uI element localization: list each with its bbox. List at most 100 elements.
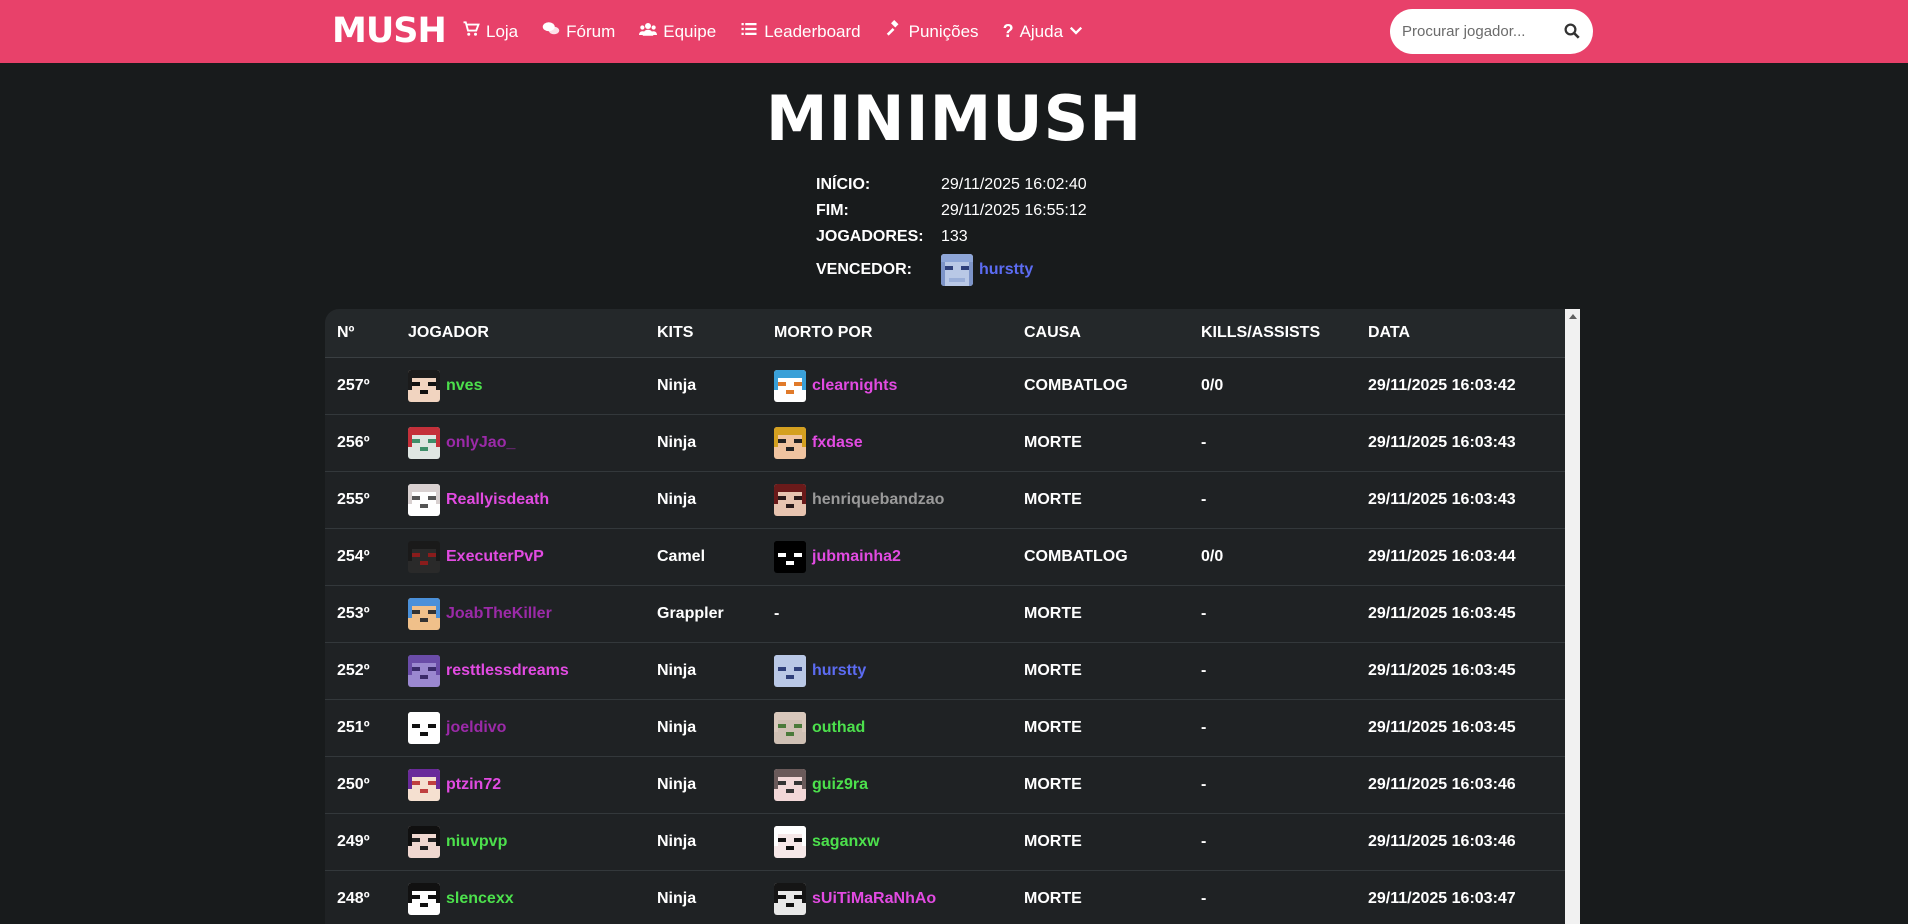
avatar xyxy=(408,768,440,801)
player-link[interactable]: Reallyisdeath xyxy=(408,483,645,516)
winner-link[interactable]: hurstty xyxy=(941,254,1033,286)
col-header-player[interactable]: JOGADOR xyxy=(396,309,645,358)
cell-date: 29/11/2025 16:03:46 xyxy=(1356,813,1565,871)
cell-cause: COMBATLOG xyxy=(1012,357,1189,415)
cell-cause: MORTE xyxy=(1012,414,1189,472)
cell-kills-assists: - xyxy=(1189,699,1356,757)
player-link[interactable]: niuvpvp xyxy=(408,825,645,858)
player-link[interactable]: joeldivo xyxy=(408,711,645,744)
mush-logo[interactable]: MUSH xyxy=(332,12,447,50)
player-name: JoabTheKiller xyxy=(446,604,552,622)
nav-item-label: Punições xyxy=(908,21,979,41)
table-scrollbar[interactable] xyxy=(1565,309,1580,924)
killer-link[interactable]: hurstty xyxy=(774,654,1012,687)
player-link[interactable]: slencexx xyxy=(408,882,645,915)
question-icon: ? xyxy=(1002,21,1014,41)
avatar xyxy=(408,825,440,858)
table-row: 253º JoabTheKiller Grappler - MORTE -29/11/20… xyxy=(325,585,1565,643)
avatar xyxy=(941,254,973,286)
cell-kit: Ninja xyxy=(645,471,762,529)
info-start: INÍCIO: 29/11/2025 16:02:40 xyxy=(816,172,1087,198)
killer-link[interactable]: jubmainha2 xyxy=(774,540,1012,573)
cell-position: 253º xyxy=(325,585,396,643)
scroll-up-icon[interactable] xyxy=(1569,314,1577,319)
search-input[interactable] xyxy=(1402,23,1552,40)
killer-link[interactable]: guiz9ra xyxy=(774,768,1012,801)
avatar xyxy=(408,711,440,744)
comments-icon xyxy=(542,20,560,43)
col-header-kills-assists[interactable]: KILLS/ASSISTS xyxy=(1189,309,1356,358)
nav-item-label: Leaderboard xyxy=(764,21,861,41)
killer-link[interactable]: outhad xyxy=(774,711,1012,744)
match-info: INÍCIO: 29/11/2025 16:02:40 FIM: 29/11/2… xyxy=(816,172,1087,288)
cell-player: JoabTheKiller xyxy=(396,585,645,643)
info-label: INÍCIO: xyxy=(816,176,871,193)
player-name: ptzin72 xyxy=(446,775,502,793)
player-link[interactable]: ExecuterPvP xyxy=(408,540,645,573)
cell-kills-assists: - xyxy=(1189,414,1356,472)
player-link[interactable]: resttlessdreams xyxy=(408,654,645,687)
killer-link[interactable]: saganxw xyxy=(774,825,1012,858)
cell-date: 29/11/2025 16:03:42 xyxy=(1356,357,1565,415)
users-icon xyxy=(639,20,658,43)
cell-kit: Ninja xyxy=(645,357,762,415)
nav-item-label: Loja xyxy=(486,21,519,41)
killer-name: henriquebandzao xyxy=(812,490,945,508)
cell-position: 250º xyxy=(325,756,396,814)
player-link[interactable]: JoabTheKiller xyxy=(408,597,645,630)
avatar xyxy=(774,483,806,516)
col-header-cause[interactable]: CAUSA xyxy=(1012,309,1189,358)
avatar xyxy=(774,654,806,687)
killer-link[interactable]: sUiTiMaRaNhAo xyxy=(774,882,1012,915)
player-name: joeldivo xyxy=(446,718,507,736)
cell-player: joeldivo xyxy=(396,699,645,757)
col-header-position[interactable]: Nº xyxy=(325,309,396,358)
avatar xyxy=(774,825,806,858)
killer-name: guiz9ra xyxy=(812,775,869,793)
cell-killed-by: - xyxy=(762,585,1012,643)
cell-position: 254º xyxy=(325,528,396,586)
nav-item-equipe[interactable]: Equipe xyxy=(639,20,716,43)
killer-name: saganxw xyxy=(812,832,880,850)
killer-link[interactable]: clearnights xyxy=(774,369,1012,402)
cell-killed-by: saganxw xyxy=(762,813,1012,871)
cell-kills-assists: - xyxy=(1189,585,1356,643)
killer-link[interactable]: henriquebandzao xyxy=(774,483,1012,516)
cell-killed-by: outhad xyxy=(762,699,1012,757)
player-link[interactable]: ptzin72 xyxy=(408,768,645,801)
cell-player: ptzin72 xyxy=(396,756,645,814)
avatar xyxy=(408,597,440,630)
killer-link[interactable]: fxdase xyxy=(774,426,1012,459)
killer-name: sUiTiMaRaNhAo xyxy=(812,889,937,907)
chevron-down-icon xyxy=(1069,22,1083,42)
info-label: FIM: xyxy=(816,202,849,219)
table-row: 249º niuvpvp Ninja saganxw MORTE -29/11/2025 … xyxy=(325,813,1565,871)
cell-killed-by: jubmainha2 xyxy=(762,528,1012,586)
avatar xyxy=(774,711,806,744)
cell-date: 29/11/2025 16:03:46 xyxy=(1356,756,1565,814)
page-title: MINIMUSH xyxy=(765,82,1143,155)
cell-player: slencexx xyxy=(396,870,645,924)
player-link[interactable]: nves xyxy=(408,369,645,402)
cell-kit: Ninja xyxy=(645,699,762,757)
nav-item-punicoes[interactable]: Punições xyxy=(885,20,979,43)
cell-player: Reallyisdeath xyxy=(396,471,645,529)
col-header-kits[interactable]: KITS xyxy=(645,309,762,358)
nav-item-loja[interactable]: Loja xyxy=(462,20,518,43)
nav-item-forum[interactable]: Fórum xyxy=(542,20,615,43)
player-count: 133 xyxy=(941,228,968,245)
results-table: Nº JOGADOR KITS MORTO POR CAUSA KILLS/AS… xyxy=(325,309,1565,924)
player-link[interactable]: onlyJao_ xyxy=(408,426,645,459)
col-header-killed-by[interactable]: MORTO POR xyxy=(762,309,1012,358)
avatar xyxy=(408,654,440,687)
cell-cause: MORTE xyxy=(1012,642,1189,700)
search-icon[interactable] xyxy=(1563,22,1581,40)
col-header-date[interactable]: DATA xyxy=(1356,309,1565,358)
cell-date: 29/11/2025 16:03:45 xyxy=(1356,642,1565,700)
player-name: ExecuterPvP xyxy=(446,547,544,565)
nav-item-ajuda[interactable]: ? Ajuda xyxy=(1003,21,1083,42)
player-name: resttlessdreams xyxy=(446,661,569,679)
nav-item-leaderboard[interactable]: Leaderboard xyxy=(740,20,861,43)
search-box xyxy=(1390,9,1593,54)
cell-player: onlyJao_ xyxy=(396,414,645,472)
